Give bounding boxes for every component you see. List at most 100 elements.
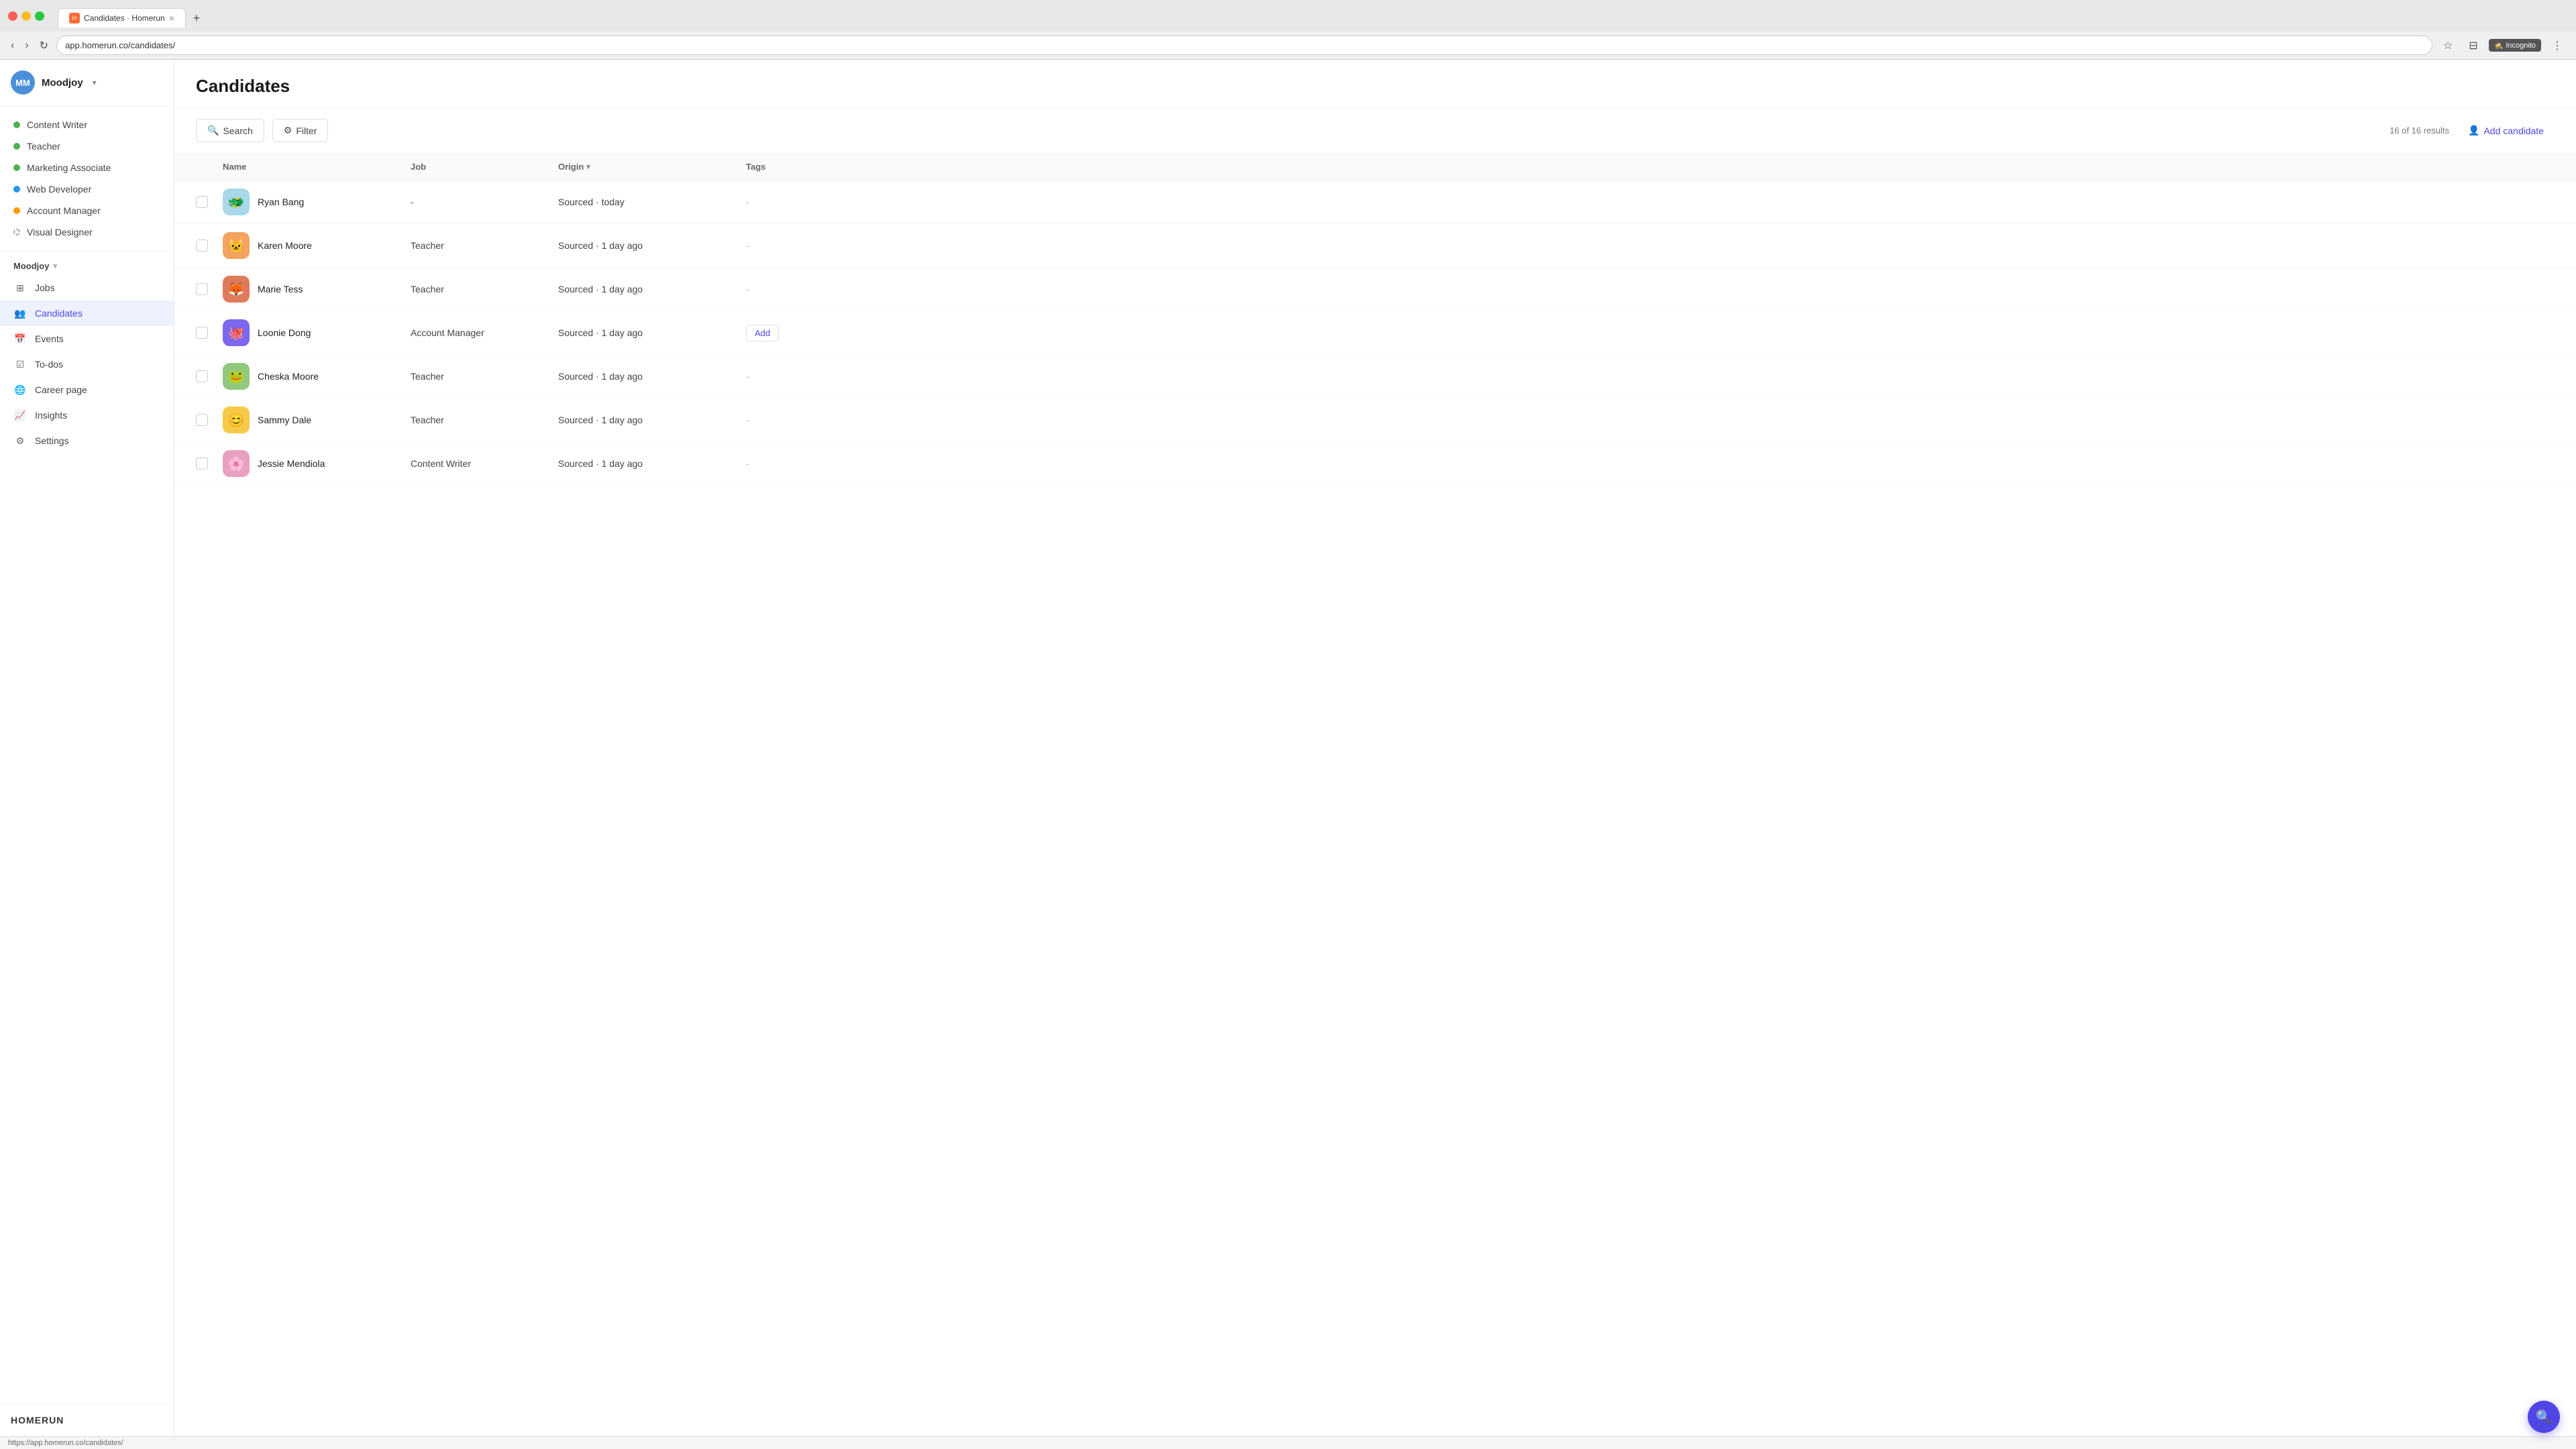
sidebar-item-insights[interactable]: 📈 Insights xyxy=(0,402,174,428)
sidebar-scroll: Content WriterTeacher Marketing Associate… xyxy=(0,106,174,1403)
nav-item-label: Insights xyxy=(35,410,67,421)
table-row[interactable]: 🌸 Jessie Mendiola Content Writer Sourced… xyxy=(174,442,2576,486)
candidate-origin: Sourced · 1 day ago xyxy=(558,327,746,338)
sidebar-item-jobs[interactable]: ⊞ Jobs xyxy=(0,275,174,301)
grid-icon: ⊞ xyxy=(13,281,27,294)
candidate-name: Marie Tess xyxy=(258,284,303,294)
sidebar-item-todos[interactable]: ☑ To-dos xyxy=(0,352,174,377)
search-button[interactable]: 🔍 Search xyxy=(196,119,264,142)
gear-icon: ⚙ xyxy=(13,434,27,447)
chevron-down-icon[interactable]: ▾ xyxy=(93,78,97,87)
globe-icon: 🌐 xyxy=(13,383,27,396)
section-label[interactable]: Moodjoy ▾ xyxy=(0,257,174,275)
add-tag-button[interactable]: Add xyxy=(746,325,779,341)
sidebar-job-item[interactable]: Account Manager xyxy=(0,200,174,221)
table-row[interactable]: 🐸 Cheska Moore Teacher Sourced · 1 day a… xyxy=(174,355,2576,398)
candidate-origin: Sourced · 1 day ago xyxy=(558,240,746,251)
sidebar-job-item[interactable]: Visual Designer xyxy=(0,221,174,243)
avatar-image: 🐲 xyxy=(223,189,250,215)
table-row[interactable]: 🐙 Loonie Dong Account Manager Sourced · … xyxy=(174,311,2576,355)
menu-button[interactable]: ⋮ xyxy=(2546,36,2568,55)
tab-bar: H Candidates · Homerun × + xyxy=(50,4,214,28)
candidate-name-cell: 🐱 Karen Moore xyxy=(223,232,411,259)
tab-favicon: H xyxy=(69,13,80,23)
refresh-button[interactable]: ↻ xyxy=(37,36,51,55)
table-row[interactable]: 🐲 Ryan Bang - Sourced · today - xyxy=(174,180,2576,224)
url-input[interactable] xyxy=(56,36,2432,55)
candidates-rows: 🐲 Ryan Bang - Sourced · today - 🐱 Karen … xyxy=(174,180,2576,486)
sidebar-job-item[interactable]: Teacher xyxy=(0,136,174,157)
table-row[interactable]: 😊 Sammy Dale Teacher Sourced · 1 day ago… xyxy=(174,398,2576,442)
avatar-image: 🐙 xyxy=(223,319,250,346)
job-dot xyxy=(13,143,20,150)
sidebar-item-events[interactable]: 📅 Events xyxy=(0,326,174,352)
candidate-origin: Sourced · 1 day ago xyxy=(558,371,746,382)
nav-items: ⊞ Jobs 👥 Candidates 📅 Events ☑ To-dos 🌐 … xyxy=(0,275,174,453)
candidate-avatar: 🐱 xyxy=(223,232,250,259)
avatar-image: 🌸 xyxy=(223,450,250,477)
table-row[interactable]: 🦊 Marie Tess Teacher Sourced · 1 day ago… xyxy=(174,268,2576,311)
help-button[interactable]: 🔍 xyxy=(2528,1401,2560,1433)
table-row[interactable]: 🐱 Karen Moore Teacher Sourced · 1 day ag… xyxy=(174,224,2576,268)
back-button[interactable]: ‹ xyxy=(8,37,17,54)
sidebar-item-settings[interactable]: ⚙ Settings xyxy=(0,428,174,453)
avatar-image: 🐱 xyxy=(223,232,250,259)
candidate-avatar: 🐲 xyxy=(223,189,250,215)
avatar-image: 😊 xyxy=(223,407,250,433)
row-checkbox-cell xyxy=(196,370,223,382)
sidebar-item-candidates[interactable]: 👥 Candidates xyxy=(0,301,174,326)
maximize-window-button[interactable] xyxy=(35,11,44,21)
filter-button[interactable]: ⚙ Filter xyxy=(272,119,329,142)
forward-button[interactable]: › xyxy=(22,37,31,54)
candidate-job: - xyxy=(411,197,558,207)
sidebar-footer: HOMERUN xyxy=(0,1403,174,1436)
row-checkbox[interactable] xyxy=(196,414,208,426)
tags-col-header: Tags xyxy=(746,162,880,172)
job-dot xyxy=(13,164,20,171)
close-window-button[interactable] xyxy=(8,11,17,21)
candidate-name-cell: 🐙 Loonie Dong xyxy=(223,319,411,346)
job-dot xyxy=(13,229,20,235)
split-screen-button[interactable]: ⊟ xyxy=(2463,36,2483,55)
row-checkbox[interactable] xyxy=(196,327,208,339)
app: MM Moodjoy ▾ Content WriterTeacherMarket… xyxy=(0,60,2576,1436)
row-checkbox[interactable] xyxy=(196,196,208,208)
job-dot xyxy=(13,186,20,193)
job-name: Marketing Associate xyxy=(27,162,111,173)
tab-close-button[interactable]: × xyxy=(169,13,174,23)
sidebar-job-item[interactable]: Marketing Associate xyxy=(0,157,174,178)
row-checkbox[interactable] xyxy=(196,239,208,252)
candidate-job: Teacher xyxy=(411,371,558,382)
row-checkbox[interactable] xyxy=(196,458,208,470)
company-name: Moodjoy xyxy=(42,77,83,89)
candidate-job: Content Writer xyxy=(411,458,558,469)
nav-item-label: Settings xyxy=(35,435,69,446)
address-bar: ‹ › ↻ ☆ ⊟ 🕵 Incognito ⋮ xyxy=(0,32,2576,59)
window-controls xyxy=(8,11,44,21)
minimize-window-button[interactable] xyxy=(21,11,31,21)
toolbar: 🔍 Search ⚙ Filter 16 of 16 results 👤 Add… xyxy=(174,108,2576,154)
add-candidate-button[interactable]: 👤 Add candidate xyxy=(2457,119,2555,142)
incognito-label: Incognito xyxy=(2506,42,2536,50)
nav-item-label: To-dos xyxy=(35,359,63,370)
main-content: Candidates 🔍 Search ⚙ Filter 16 of 16 re… xyxy=(174,60,2576,1436)
add-candidate-icon: 👤 xyxy=(2468,125,2479,136)
row-checkbox[interactable] xyxy=(196,370,208,382)
sidebar-job-item[interactable]: Web Developer xyxy=(0,178,174,200)
new-tab-button[interactable]: + xyxy=(187,9,206,28)
row-checkbox[interactable] xyxy=(196,283,208,295)
sidebar-job-item[interactable]: Content Writer xyxy=(0,114,174,136)
candidate-name: Cheska Moore xyxy=(258,371,319,382)
filter-icon: ⚙ xyxy=(284,125,292,136)
users-icon: 👥 xyxy=(13,307,27,320)
sidebar-item-career[interactable]: 🌐 Career page xyxy=(0,377,174,402)
sidebar-header: MM Moodjoy ▾ xyxy=(0,60,174,106)
bookmark-button[interactable]: ☆ xyxy=(2438,36,2458,55)
active-tab[interactable]: H Candidates · Homerun × xyxy=(58,8,186,28)
origin-col-header[interactable]: Origin ▾ xyxy=(558,162,746,172)
candidate-tags: - xyxy=(746,197,880,207)
candidate-avatar: 😊 xyxy=(223,407,250,433)
row-checkbox-cell xyxy=(196,196,223,208)
status-bar: https://app.homerun.co/candidates/ xyxy=(0,1436,2576,1449)
candidate-name: Ryan Bang xyxy=(258,197,304,207)
